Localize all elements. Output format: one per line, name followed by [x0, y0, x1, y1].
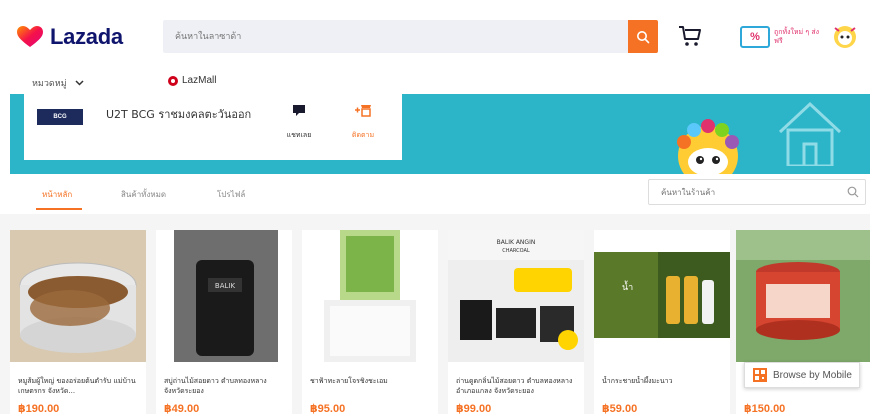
- product-price: ฿190.00: [18, 403, 60, 414]
- product-title: ชาฟ้าทะลายโจรชิงชะเอม: [310, 377, 388, 385]
- category-label: หมวดหมู่: [32, 79, 67, 89]
- lazmall-link[interactable]: LazMall: [168, 75, 216, 86]
- chat-label: แชทเลย: [286, 131, 312, 139]
- main-search: [163, 20, 628, 53]
- product-card[interactable]: BALIK สบู่ถ่านไม้สอยดาว ตำบลทองหลาง จังห…: [156, 230, 292, 414]
- lazada-heart-icon: [17, 26, 43, 47]
- follow-button[interactable]: ติดตาม: [346, 104, 380, 141]
- svg-text:BALIK: BALIK: [215, 282, 236, 290]
- search-icon: [637, 30, 650, 43]
- mascot-icon: [834, 26, 856, 48]
- category-dropdown[interactable]: หมวดหมู่: [32, 76, 84, 90]
- product-price: ฿150.00: [744, 403, 786, 414]
- search-icon[interactable]: [847, 186, 859, 198]
- lazmall-label: LazMall: [182, 75, 217, 86]
- product-price: ฿99.00: [456, 403, 492, 414]
- lazmall-icon: [168, 75, 178, 86]
- active-tab-indicator: [36, 208, 82, 210]
- top-header: Lazada % ถูกทั้งใหม่ ๆ ส่งฟรี: [0, 0, 870, 70]
- svg-text:BALIK ANGIN: BALIK ANGIN: [497, 239, 536, 246]
- product-image: [302, 230, 438, 362]
- product-price: ฿95.00: [310, 403, 346, 414]
- product-title: หมูส้มผู้ใหญ่ ของอร่อยต้นตำรับ แม่บ้านเก…: [18, 377, 136, 395]
- follow-label: ติดตาม: [351, 131, 375, 139]
- qr-code-icon: [753, 368, 767, 382]
- sub-navigation: หมวดหมู่ LazMall: [0, 70, 870, 94]
- main-search-input[interactable]: [163, 20, 628, 53]
- product-image: BALIK ANGIN CHARCOAL: [448, 230, 584, 362]
- tab-all-products[interactable]: สินค้าทั้งหมด: [121, 188, 166, 201]
- product-image: [736, 230, 870, 362]
- product-image: [10, 230, 146, 362]
- product-card[interactable]: น้ำ น้ำกระชายน้ำผึ้งมะนาว ฿59.00: [594, 230, 730, 414]
- product-image: BALIK: [156, 230, 292, 362]
- store-search: [648, 179, 866, 205]
- home-illustration-icon: [778, 101, 842, 166]
- product-price: ฿49.00: [164, 403, 200, 414]
- mascot-banner-illustration: [677, 119, 739, 174]
- store-banner: BCG U2T BCG ราชมงคลตะวันออก แชทเลย ติดตา…: [10, 94, 870, 174]
- search-button[interactable]: [628, 20, 658, 53]
- store-card: BCG U2T BCG ราชมงคลตะวันออก แชทเลย ติดตา…: [24, 94, 402, 160]
- product-card[interactable]: ชาฟ้าทะลายโจรชิงชะเอม ฿95.00: [302, 230, 438, 414]
- product-title: สบู่ถ่านไม้สอยดาว ตำบลทองหลาง จังหวัดระย…: [164, 377, 267, 395]
- follow-store-icon: [355, 105, 371, 117]
- browse-by-mobile-label: Browse by Mobile: [773, 369, 852, 381]
- cart-icon[interactable]: [677, 24, 703, 48]
- store-tabs: หน้าหลัก สินค้าทั้งหมด โปรไฟล์: [0, 174, 870, 214]
- tab-home[interactable]: หน้าหลัก: [42, 188, 72, 201]
- store-search-input[interactable]: [649, 180, 865, 204]
- product-title: น้ำกระชายน้ำผึ้งมะนาว: [602, 377, 673, 385]
- browse-by-mobile-button[interactable]: Browse by Mobile: [744, 362, 860, 388]
- store-name: U2T BCG ราชมงคลตะวันออก: [106, 108, 252, 121]
- product-image: น้ำ: [594, 230, 730, 362]
- logo-text: Lazada: [50, 24, 123, 49]
- product-card[interactable]: หมูส้มผู้ใหญ่ ของอร่อยต้นตำรับ แม่บ้านเก…: [10, 230, 146, 414]
- promo-text: ถูกทั้งใหม่ ๆ ส่งฟรี: [774, 28, 820, 45]
- chat-button[interactable]: แชทเลย: [282, 104, 316, 141]
- chat-icon: [293, 105, 305, 116]
- product-title: ถ่านดูดกลิ่นไม้สอยดาว ตำบลทองหลาง อำเภอแ…: [456, 377, 573, 395]
- svg-text:CHARCOAL: CHARCOAL: [502, 248, 530, 254]
- free-shipping-promo[interactable]: % ถูกทั้งใหม่ ๆ ส่งฟรี: [740, 22, 862, 52]
- promo-badge: %: [740, 26, 770, 48]
- store-logo: BCG: [37, 109, 83, 125]
- lazada-logo[interactable]: Lazada: [16, 24, 123, 50]
- product-price: ฿59.00: [602, 403, 638, 414]
- tab-profile[interactable]: โปรไฟล์: [217, 188, 245, 201]
- chevron-down-icon: [75, 80, 84, 86]
- product-card[interactable]: BALIK ANGIN CHARCOAL ถ่านดูดกลิ่นไม้สอยด…: [448, 230, 584, 414]
